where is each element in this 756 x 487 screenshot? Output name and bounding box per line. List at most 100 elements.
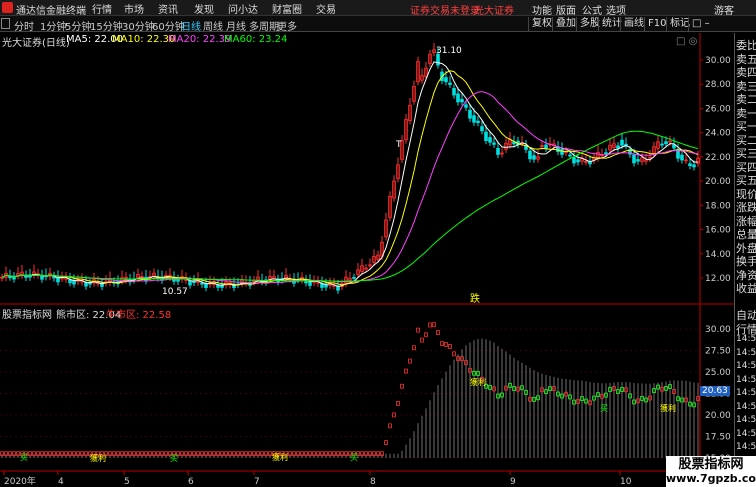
indicator-current-value: 20.63	[700, 386, 730, 396]
menu-market[interactable]: 市场	[124, 1, 144, 16]
candle-body	[204, 283, 208, 288]
menu-discover[interactable]: 发现	[194, 1, 214, 16]
menu-wealth[interactable]: 财富圈	[272, 1, 302, 16]
menu-formula[interactable]: 公式	[582, 2, 602, 17]
watermark: 股票指标网 www.7gpzb.com	[666, 456, 756, 487]
broker-name[interactable]: 光大证券	[474, 2, 514, 17]
indicator-candle	[432, 322, 436, 328]
candle-body	[528, 150, 532, 160]
tick-time-label: 14:56	[736, 361, 756, 371]
indicator-y-tick-label: 20.00	[705, 411, 731, 421]
main-y-tick-label: 18.00	[705, 201, 731, 211]
candle-body	[576, 159, 580, 163]
buy-tag: 买	[600, 404, 608, 413]
high-price-label: 31.10	[436, 46, 462, 56]
tool-mark[interactable]: 标记	[666, 17, 690, 31]
indicator-name: 股票指标网	[2, 310, 52, 321]
menu-options[interactable]: 选项	[606, 2, 626, 17]
ma10-line	[1, 70, 699, 286]
buy-tag: 买	[170, 454, 178, 463]
candle-body	[448, 82, 452, 85]
indicator-candle	[388, 423, 392, 429]
menu-market-quote[interactable]: 行情	[92, 1, 112, 16]
indicator-candlesticks	[0, 322, 700, 457]
period-timeshare[interactable]: 分时	[14, 18, 34, 33]
security-title: 光大证券(日线)	[2, 38, 70, 49]
candle-body	[492, 142, 496, 145]
menu-news[interactable]: 资讯	[158, 1, 178, 16]
candle-body	[352, 276, 356, 279]
tick-time-label: 14:56	[736, 442, 756, 452]
indicator-candle	[420, 337, 424, 343]
period-multi[interactable]: 多周期	[249, 18, 279, 33]
candle-body	[488, 137, 492, 143]
main-y-tick-label: 14.00	[705, 250, 731, 260]
x-tick-label: 10	[620, 477, 632, 487]
candle-body	[560, 149, 564, 155]
bull-zone-value: 牛市区: 22.58	[106, 310, 172, 321]
x-tick-label: 2020年	[4, 475, 36, 487]
indicator-candle	[396, 401, 400, 406]
tick-time-label: 14:56	[736, 428, 756, 439]
candle-body	[524, 146, 528, 150]
period-5min[interactable]: 5分钟	[65, 18, 91, 33]
login-notice[interactable]: 证券交易未登录	[410, 2, 480, 17]
candle-body	[572, 157, 576, 164]
chart-grid	[0, 33, 734, 475]
tool-adjust[interactable]: 复权	[528, 17, 552, 31]
menu-ask[interactable]: 问小达	[228, 1, 258, 16]
period-15min[interactable]: 15分钟	[90, 18, 123, 33]
guest-label[interactable]: 游客	[714, 2, 734, 17]
indicator-y-tick-label: 30.00	[705, 325, 731, 335]
tool-multi-stock[interactable]: 多股	[576, 17, 600, 31]
moving-average-lines	[1, 61, 699, 288]
period-1min[interactable]: 1分钟	[40, 18, 66, 33]
chart-area[interactable]: 买獲利买獲利 买獲利买 獲利 30.0028.0026.0024.0022.0020…	[0, 33, 734, 487]
indicator-bars	[1, 338, 699, 458]
low-price-label: 10.57	[162, 287, 188, 297]
app-logo-icon	[2, 2, 13, 13]
candle-body	[8, 276, 12, 279]
tool-statistics[interactable]: 统计	[598, 17, 622, 31]
candle-body	[192, 281, 196, 283]
period-toolbar: 分时 1分钟 5分钟 15分钟 30分钟 60分钟 日线 周线 月线 多周期 更…	[0, 16, 756, 33]
menu-function[interactable]: 功能	[532, 2, 552, 17]
candle-body	[444, 77, 448, 83]
candle-body	[568, 154, 572, 157]
candle-body	[664, 141, 668, 145]
watermark-url: www.7gpzb.com	[666, 472, 756, 485]
toolbar-toggle-icon[interactable]	[1, 18, 10, 29]
indicator-candle	[436, 330, 440, 335]
main-y-tick-label: 24.00	[705, 129, 731, 139]
indicator-candle	[392, 412, 396, 418]
candle-body	[632, 154, 636, 164]
period-30min[interactable]: 30分钟	[122, 18, 155, 33]
period-monthly[interactable]: 月线	[226, 18, 246, 33]
menu-layout[interactable]: 版面	[556, 2, 576, 17]
candle-body	[468, 109, 472, 119]
candle-body	[320, 283, 324, 288]
indicator-tags: 买獲利买獲利 买獲利买 獲利	[20, 377, 676, 463]
tool-overlay[interactable]: 叠加	[552, 17, 576, 31]
period-more[interactable]: 更多	[277, 18, 297, 33]
profit-tag: 獲利	[660, 403, 676, 413]
x-tick-label: 9	[510, 477, 516, 487]
tool-draw-line[interactable]: 画线	[620, 17, 644, 31]
tick-time-label: 14:56	[736, 334, 756, 344]
indicator-candle	[452, 351, 456, 357]
tick-time-label: 14:56	[736, 347, 756, 358]
toolbar-window-controls[interactable]: □ –	[688, 17, 734, 31]
chart-settings-icon[interactable]: □ ◎	[676, 36, 697, 47]
candle-body	[464, 104, 468, 108]
menu-trade[interactable]: 交易	[316, 1, 336, 16]
period-60min[interactable]: 60分钟	[152, 18, 185, 33]
period-weekly[interactable]: 周线	[203, 18, 223, 33]
indicator-candle	[412, 345, 416, 351]
main-y-tick-label: 30.00	[705, 56, 731, 66]
period-daily[interactable]: 日线	[181, 18, 201, 33]
candle-body	[616, 145, 620, 149]
ma20-line	[1, 91, 699, 284]
candle-body	[472, 115, 476, 123]
tool-f10[interactable]: F10	[644, 17, 666, 31]
indicator-y-tick-label: 27.50	[705, 347, 731, 357]
